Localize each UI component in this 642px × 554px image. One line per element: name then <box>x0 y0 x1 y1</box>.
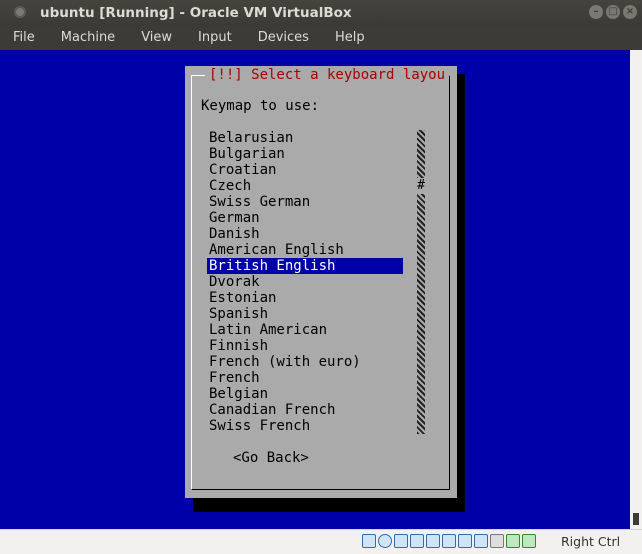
keymap-option[interactable]: American English <box>207 242 403 258</box>
menu-input[interactable]: Input <box>185 26 245 50</box>
menu-view[interactable]: View <box>128 26 185 50</box>
menu-help[interactable]: Help <box>322 26 378 50</box>
menu-devices[interactable]: Devices <box>245 26 322 50</box>
menu-machine[interactable]: Machine <box>48 26 128 50</box>
video-capture-icon[interactable] <box>474 534 488 548</box>
scrollbar-thumb[interactable] <box>633 513 639 525</box>
keymap-option[interactable]: Belgian <box>207 386 403 402</box>
window-menu-icon[interactable] <box>14 6 26 18</box>
keymap-list[interactable]: Belarusian Bulgarian Croatian Czech Swiss Ge… <box>207 130 403 434</box>
keyboard-layout-dialog: [!!] Select a keyboard layou Keymap to u… <box>185 66 457 498</box>
keymap-option[interactable]: Spanish <box>207 306 403 322</box>
keymap-option[interactable]: Estonian <box>207 290 403 306</box>
virtualization-icon[interactable] <box>490 534 504 548</box>
dialog-title: [!!] Select a keyboard layou <box>205 66 450 84</box>
menubar: File Machine View Input Devices Help <box>0 26 642 50</box>
go-back-button[interactable]: <Go Back> <box>233 450 309 466</box>
keymap-option[interactable]: Finnish <box>207 338 403 354</box>
statusbar: Right Ctrl <box>0 529 642 554</box>
window-titlebar: ubuntu [Running] - Oracle VM VirtualBox … <box>0 0 642 26</box>
keymap-option[interactable]: Croatian <box>207 162 403 178</box>
maximize-icon[interactable]: □ <box>606 5 620 19</box>
status-icons <box>362 534 536 548</box>
host-key-label: Right Ctrl <box>561 534 621 549</box>
shared-folders-icon[interactable] <box>442 534 456 548</box>
keymap-option[interactable]: Belarusian <box>207 130 403 146</box>
hard-disk-icon[interactable] <box>362 534 376 548</box>
display-icon[interactable] <box>458 534 472 548</box>
optical-drive-icon[interactable] <box>378 534 392 548</box>
keymap-option[interactable]: Dvorak <box>207 274 403 290</box>
keymap-option[interactable]: Danish <box>207 226 403 242</box>
keymap-option[interactable]: Latin American <box>207 322 403 338</box>
list-scrollbar[interactable] <box>417 130 425 434</box>
vm-display-scrollbar[interactable] <box>630 50 642 529</box>
audio-icon[interactable] <box>394 534 408 548</box>
scroll-position-marker: # <box>416 178 426 194</box>
usb-icon[interactable] <box>426 534 440 548</box>
mouse-integration-icon[interactable] <box>506 534 520 548</box>
keymap-option[interactable]: Canadian French <box>207 402 403 418</box>
keymap-option[interactable]: British English <box>207 258 403 274</box>
minimize-icon[interactable]: – <box>589 5 603 19</box>
keymap-option[interactable]: Czech <box>207 178 403 194</box>
keymap-option[interactable]: Bulgarian <box>207 146 403 162</box>
keymap-option[interactable]: German <box>207 210 403 226</box>
keyboard-capture-icon[interactable] <box>522 534 536 548</box>
close-icon[interactable]: × <box>623 5 637 19</box>
window-controls: – □ × <box>589 5 637 19</box>
keymap-option[interactable]: Swiss German <box>207 194 403 210</box>
network-icon[interactable] <box>410 534 424 548</box>
keymap-prompt: Keymap to use: <box>201 98 320 114</box>
keymap-option[interactable]: Swiss French <box>207 418 403 434</box>
window-title: ubuntu [Running] - Oracle VM VirtualBox <box>40 5 352 21</box>
keymap-option[interactable]: French (with euro) <box>207 354 403 370</box>
menu-file[interactable]: File <box>0 26 48 50</box>
keymap-option[interactable]: French <box>207 370 403 386</box>
